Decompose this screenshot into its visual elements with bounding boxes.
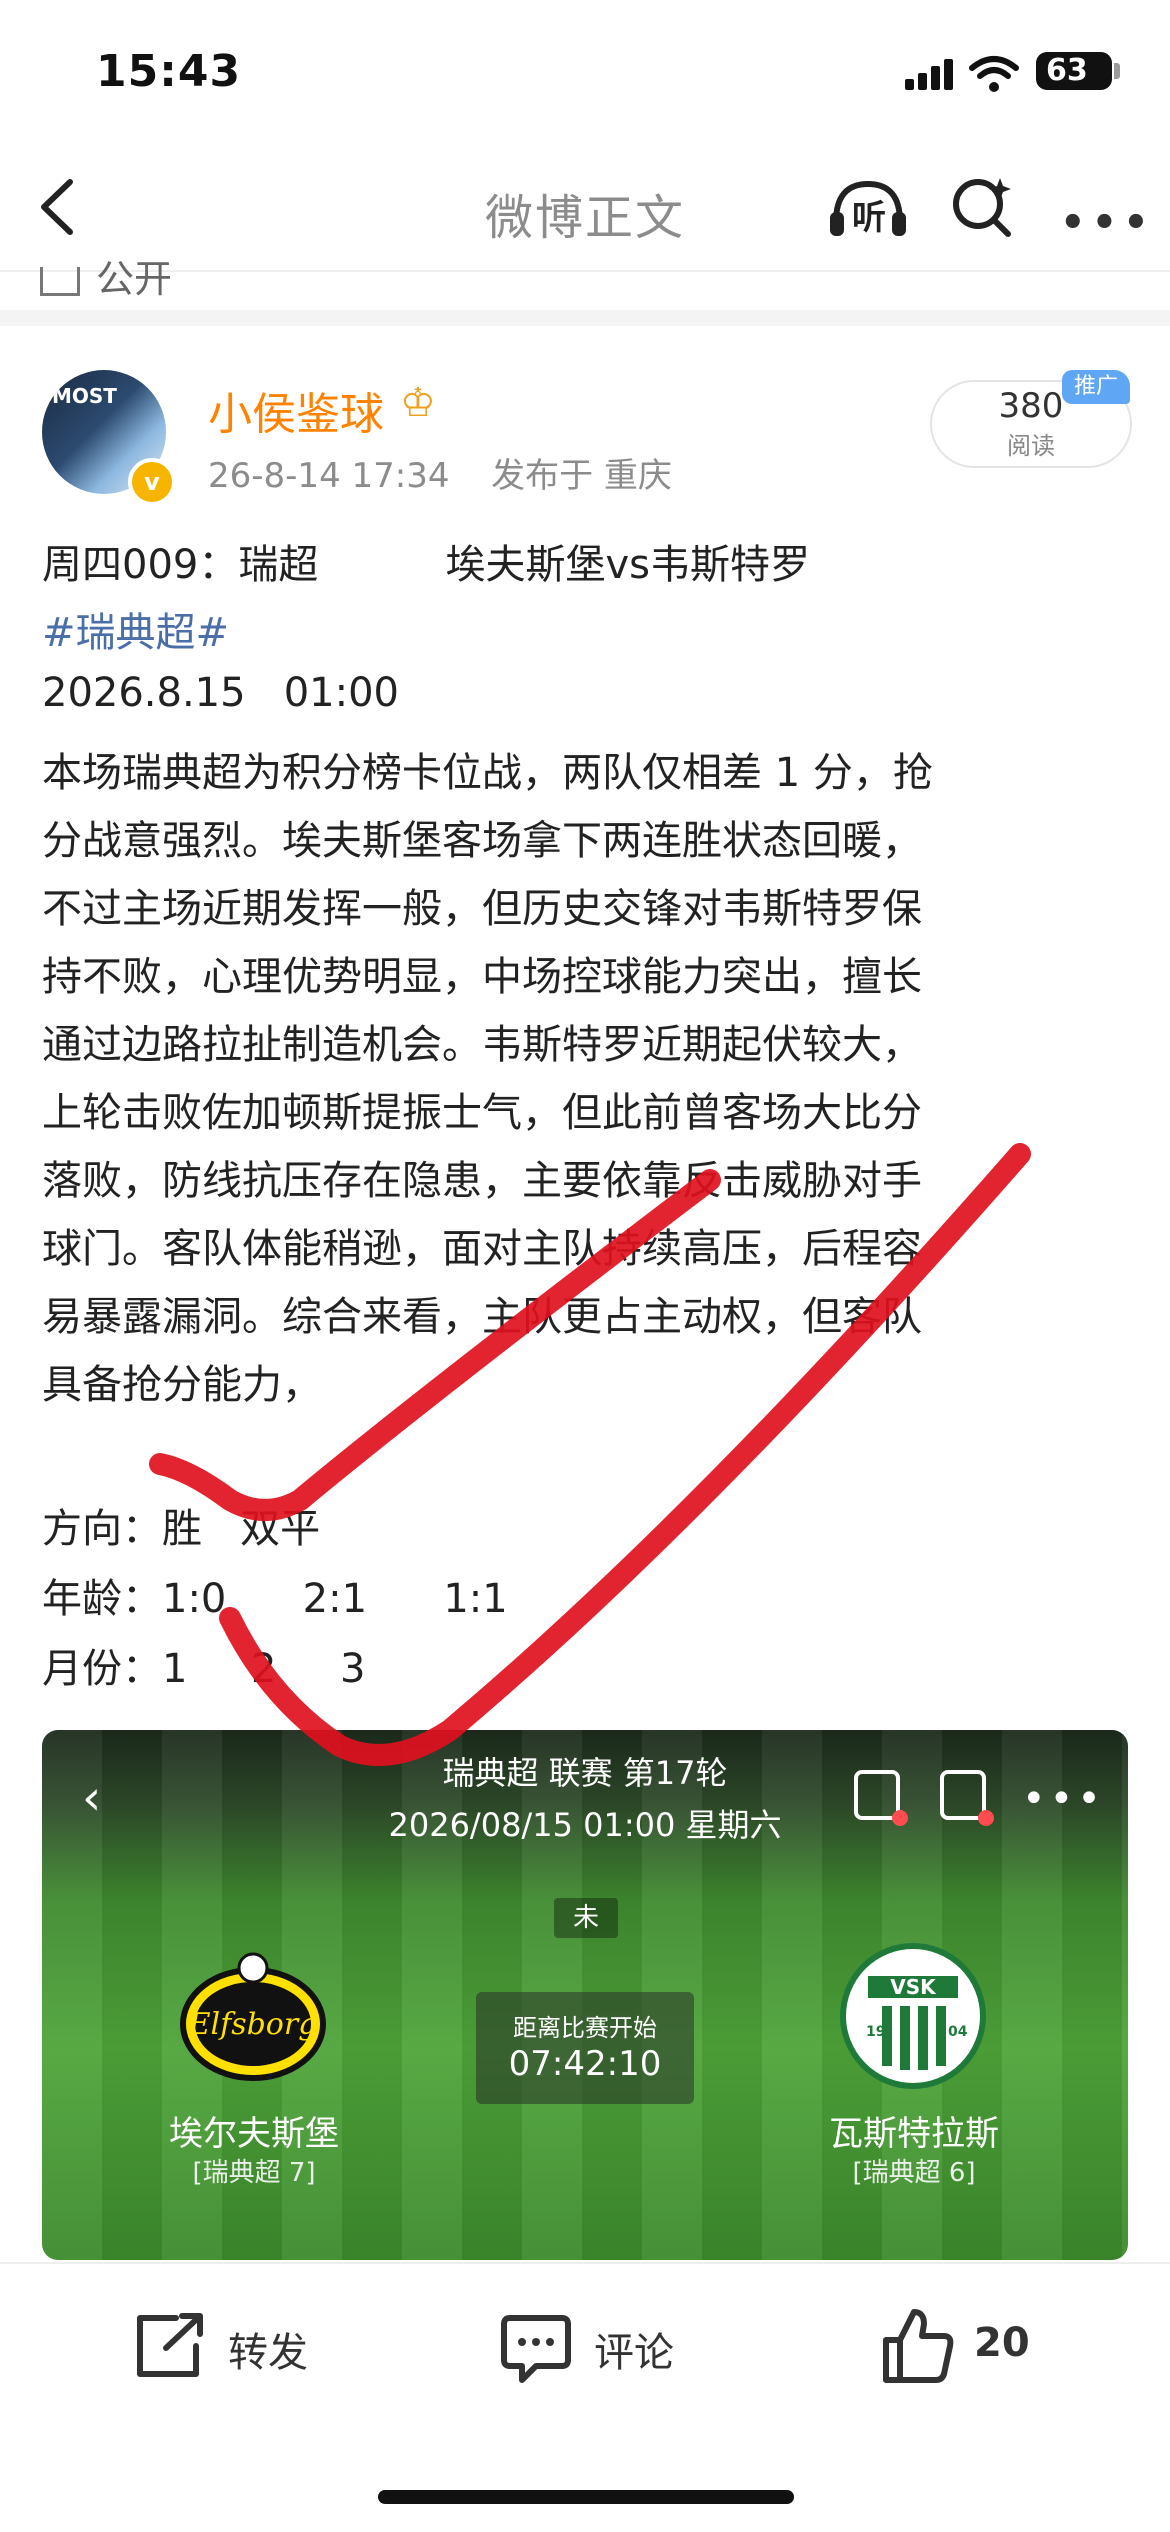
repost-button[interactable]: 转发 <box>228 2320 308 2378</box>
repost-icon[interactable] <box>132 2310 208 2382</box>
comment-button[interactable]: 评论 <box>594 2320 674 2378</box>
like-thumb-icon[interactable] <box>880 2306 956 2386</box>
like-count[interactable]: 20 <box>974 2320 1030 2366</box>
comment-icon[interactable] <box>498 2310 574 2386</box>
red-checkmark-drawing <box>149 1143 1031 1766</box>
action-bar-divider <box>0 2262 1170 2264</box>
home-indicator[interactable] <box>378 2490 794 2504</box>
